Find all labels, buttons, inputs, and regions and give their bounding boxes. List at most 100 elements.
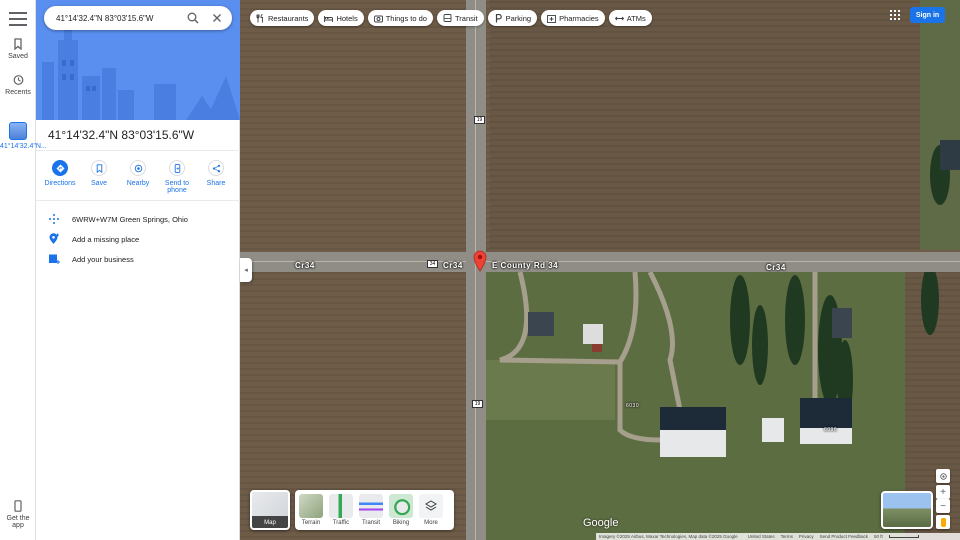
bookmark-icon bbox=[96, 163, 102, 173]
directions-button[interactable]: Directions bbox=[42, 160, 78, 194]
left-rail: Saved Recents 41°14'32.4"N... Get the ap… bbox=[0, 0, 47, 540]
pegman-icon[interactable] bbox=[936, 515, 950, 529]
page-title: 41°14'32.4"N 83°03'15.6"W bbox=[48, 128, 195, 142]
satellite-imagery bbox=[240, 0, 960, 540]
plus-code-row: 6WRW+W7M Green Springs, Ohio bbox=[48, 212, 234, 226]
rail-get-app-label: Get the app bbox=[6, 515, 30, 529]
street-view-preview[interactable] bbox=[881, 491, 933, 529]
layer-biking[interactable]: Biking bbox=[389, 494, 413, 526]
layer-toggle-map[interactable]: Map bbox=[250, 490, 290, 530]
house-number: 6030 bbox=[626, 403, 640, 409]
send-to-phone-icon bbox=[174, 163, 180, 173]
route-shield: 34 bbox=[427, 260, 438, 268]
rail-recents[interactable]: Recents bbox=[0, 74, 36, 96]
biking-icon bbox=[389, 494, 413, 518]
chip-transit[interactable]: Transit bbox=[436, 10, 484, 26]
route-shield: 19 bbox=[474, 116, 485, 124]
place-panel: 41°14'32.4"N 83°03'15.6"W Directions Sav… bbox=[36, 0, 240, 540]
country-link[interactable]: United States bbox=[748, 534, 775, 539]
scale-bar bbox=[888, 535, 919, 538]
scale-label[interactable]: 50 ft bbox=[874, 534, 883, 539]
search-input[interactable] bbox=[56, 13, 180, 23]
collapse-panel-button[interactable]: ◂ bbox=[240, 258, 252, 282]
category-chips: Restaurants Hotels Things to do Transit … bbox=[250, 10, 652, 26]
place-thumbnail bbox=[9, 122, 27, 140]
share-icon bbox=[212, 164, 220, 172]
chip-parking[interactable]: Parking bbox=[487, 10, 538, 26]
history-icon bbox=[13, 75, 24, 85]
zoom-in-button[interactable]: + bbox=[936, 485, 950, 499]
send-to-phone-label: Send to phone bbox=[164, 180, 190, 194]
location-pin-icon[interactable] bbox=[473, 250, 487, 272]
action-bar: Directions Save Nearby Send to phone Sha… bbox=[42, 160, 234, 194]
rail-saved-label: Saved bbox=[8, 53, 28, 60]
layer-transit[interactable]: Transit bbox=[359, 494, 383, 526]
divider bbox=[36, 200, 240, 201]
layer-toggle-label: Map bbox=[264, 520, 276, 526]
apps-grid-icon[interactable] bbox=[890, 10, 900, 20]
nearby-button[interactable]: Nearby bbox=[120, 160, 156, 194]
road-label: E County Rd 34 bbox=[492, 261, 559, 270]
rail-recents-label: Recents bbox=[5, 89, 31, 96]
directions-icon bbox=[56, 164, 64, 172]
nearby-icon bbox=[134, 164, 142, 172]
directions-label: Directions bbox=[44, 180, 76, 187]
terrain-icon bbox=[299, 494, 323, 518]
search-icon[interactable] bbox=[186, 11, 200, 25]
my-location-button[interactable] bbox=[936, 469, 950, 483]
divider bbox=[36, 150, 240, 151]
google-logo: Google bbox=[583, 517, 619, 529]
parking-icon bbox=[495, 13, 502, 22]
pharmacy-icon bbox=[547, 14, 557, 23]
fork-knife-icon bbox=[256, 13, 263, 22]
add-business-row[interactable]: Add your business bbox=[48, 252, 234, 266]
add-missing-place-row[interactable]: Add a missing place bbox=[48, 232, 234, 246]
layer-traffic[interactable]: Traffic bbox=[329, 494, 353, 526]
layer-terrain[interactable]: Terrain bbox=[299, 494, 323, 526]
layer-more[interactable]: More bbox=[419, 494, 443, 526]
layers-panel: Terrain Traffic Transit Biking More bbox=[295, 490, 454, 530]
plus-code-icon bbox=[49, 214, 59, 224]
camera-icon bbox=[373, 15, 383, 22]
rail-recent-place[interactable]: 41°14'32.4"N... bbox=[0, 122, 47, 150]
attribution-bar: Imagery ©2025 Airbus, Maxar Technologies… bbox=[596, 533, 960, 540]
rail-place-label: 41°14'32.4"N... bbox=[0, 143, 47, 150]
rail-saved[interactable]: Saved bbox=[0, 38, 36, 60]
feedback-link[interactable]: Send Product Feedback bbox=[820, 534, 868, 539]
save-label: Save bbox=[91, 180, 107, 187]
sign-in-button[interactable]: Sign in bbox=[910, 7, 945, 23]
bus-icon bbox=[443, 13, 452, 22]
house-number: 6096 bbox=[824, 427, 838, 433]
my-location-icon bbox=[939, 472, 947, 480]
imagery-credit: Imagery ©2025 Airbus, Maxar Technologies… bbox=[599, 534, 738, 539]
road-label: Cr34 bbox=[443, 261, 463, 270]
send-to-phone-button[interactable]: Send to phone bbox=[159, 160, 195, 194]
add-location-icon bbox=[49, 233, 59, 244]
share-label: Share bbox=[206, 180, 226, 187]
chip-pharmacies[interactable]: Pharmacies bbox=[541, 10, 605, 26]
terms-link[interactable]: Terms bbox=[781, 534, 793, 539]
zoom-out-button[interactable]: − bbox=[936, 499, 950, 513]
route-shield: 19 bbox=[472, 400, 483, 408]
privacy-link[interactable]: Privacy bbox=[799, 534, 814, 539]
traffic-icon bbox=[329, 494, 353, 518]
transit-icon bbox=[359, 494, 383, 518]
close-icon[interactable] bbox=[210, 11, 224, 25]
nearby-label: Nearby bbox=[126, 180, 150, 187]
add-business-icon bbox=[49, 254, 60, 264]
atm-icon bbox=[614, 16, 624, 20]
plus-code-text: 6WRW+W7M Green Springs, Ohio bbox=[72, 214, 188, 224]
menu-icon[interactable] bbox=[9, 10, 27, 28]
chip-atms[interactable]: ATMs bbox=[608, 10, 652, 26]
map-canvas[interactable]: Cr34 Cr34 E County Rd 34 Cr34 19 34 19 6… bbox=[240, 0, 960, 540]
save-button[interactable]: Save bbox=[81, 160, 117, 194]
phone-icon bbox=[14, 500, 22, 512]
chip-things-to-do[interactable]: Things to do bbox=[367, 10, 433, 26]
layers-icon bbox=[425, 500, 437, 511]
share-button[interactable]: Share bbox=[198, 160, 234, 194]
chip-restaurants[interactable]: Restaurants bbox=[250, 10, 315, 26]
bookmark-icon bbox=[14, 38, 22, 50]
chip-hotels[interactable]: Hotels bbox=[318, 10, 364, 26]
rail-get-app[interactable]: Get the app bbox=[0, 500, 36, 529]
search-box[interactable] bbox=[44, 6, 232, 30]
